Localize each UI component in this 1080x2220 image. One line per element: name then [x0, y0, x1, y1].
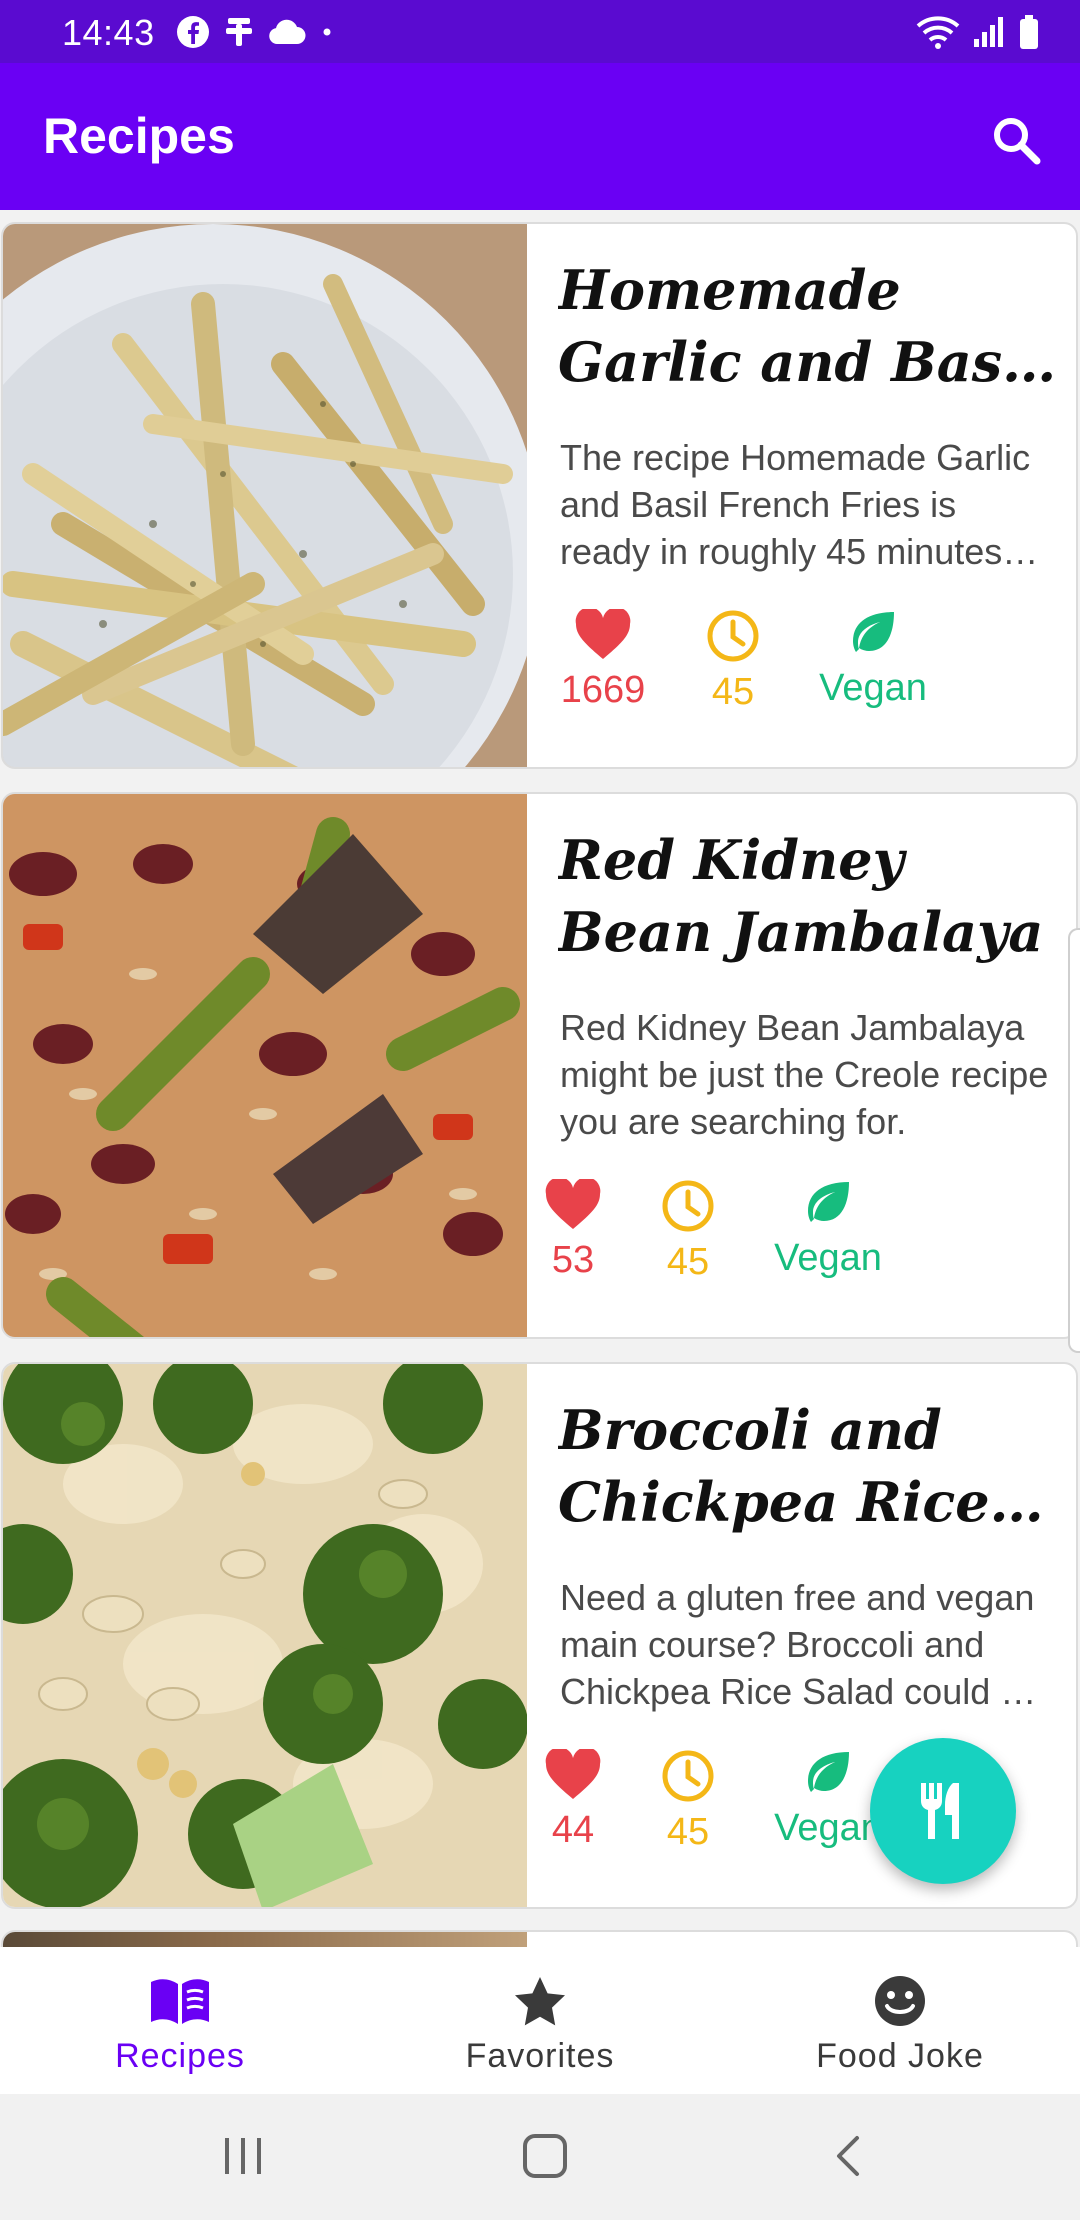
- smiley-icon: [875, 1976, 925, 2026]
- system-status-icons: [916, 12, 1040, 52]
- nav-item-favorites[interactable]: Favorites: [360, 1947, 720, 2094]
- diet-label: Vegan: [774, 1807, 882, 1849]
- time-stat: 45: [648, 1749, 728, 1869]
- page-title: Recipes: [43, 108, 235, 164]
- likes-stat: 53: [533, 1179, 613, 1299]
- restaurant-icon: [921, 1783, 959, 1839]
- search-button[interactable]: [984, 108, 1048, 172]
- wifi-icon: [916, 16, 960, 49]
- time-minutes: 45: [666, 1811, 710, 1853]
- vegan-stat: Vegan: [768, 1179, 888, 1299]
- notification-icons: [176, 14, 334, 50]
- time-stat: 45: [693, 609, 773, 729]
- recipe-card[interactable]: Homemade Garlic and Basil French Fries T…: [1, 222, 1078, 769]
- recipe-title: Red Kidney Bean Jambalaya: [558, 828, 1044, 964]
- likes-count: 44: [551, 1809, 595, 1851]
- heart-icon: [545, 1179, 601, 1229]
- recipe-image: [3, 1364, 527, 1907]
- time-minutes: 45: [666, 1241, 710, 1283]
- recipe-title: Broccoli and Chickpea Rice Salad: [558, 1398, 990, 1534]
- recipe-card[interactable]: Red Kidney Bean Jambalaya Red Kidney Bea…: [1, 792, 1078, 1339]
- nav-label: Food Joke: [816, 2037, 984, 2075]
- diet-label: Vegan: [774, 1237, 882, 1279]
- recent-apps-button[interactable]: [203, 2124, 283, 2188]
- clock-icon: [662, 1750, 714, 1802]
- time-stat: 45: [648, 1179, 728, 1299]
- recipe-title: Homemade Garlic and Basil French Fries: [558, 258, 1044, 394]
- pin-icon: [226, 18, 252, 46]
- menu-book-icon: [151, 1979, 209, 2024]
- facebook-icon: [177, 16, 209, 48]
- heart-icon: [575, 609, 631, 659]
- search-icon: [994, 118, 1041, 165]
- back-button[interactable]: [808, 2124, 888, 2188]
- app-bar: Recipes: [0, 63, 1080, 210]
- leaf-icon: [808, 1182, 849, 1222]
- heart-icon: [545, 1749, 601, 1799]
- star-icon: [515, 1977, 565, 2026]
- signal-icon: [974, 17, 1003, 47]
- diet-label: Vegan: [819, 667, 927, 709]
- bottom-navigation: Recipes Favorites Food Joke: [0, 1947, 1080, 2094]
- battery-icon: [1020, 15, 1038, 49]
- clock-icon: [662, 1180, 714, 1232]
- clock-icon: [707, 610, 759, 662]
- recipe-image: [3, 224, 527, 767]
- likes-stat: 44: [533, 1749, 613, 1869]
- system-navigation-bar: [0, 2094, 1080, 2220]
- status-time: 14:43: [62, 12, 155, 53]
- vegan-stat: Vegan: [813, 609, 933, 729]
- home-button[interactable]: [505, 2124, 585, 2188]
- food-joke-fab[interactable]: [870, 1738, 1016, 1884]
- status-bar: 14:43: [0, 0, 1080, 63]
- recipe-description: The recipe Homemade Garlic and Basil Fre…: [560, 437, 1031, 572]
- back-icon: [837, 2136, 859, 2176]
- likes-count: 1669: [560, 669, 646, 711]
- recent-apps-icon: [225, 2138, 261, 2174]
- nav-item-recipes[interactable]: Recipes: [0, 1947, 360, 2094]
- scroll-edge-handle[interactable]: [1068, 928, 1080, 1353]
- recipe-description: Need a gluten free and vegan main course…: [560, 1577, 1041, 1712]
- likes-stat: 1669: [558, 609, 648, 729]
- recipe-image: [3, 794, 527, 1337]
- leaf-icon: [853, 612, 894, 652]
- cloud-icon: [269, 19, 306, 44]
- nav-label: Favorites: [465, 2037, 615, 2075]
- time-minutes: 45: [711, 671, 755, 713]
- nav-item-food-joke[interactable]: Food Joke: [720, 1947, 1080, 2094]
- recipe-description: Red Kidney Bean Jambalaya might be just …: [560, 1007, 1049, 1142]
- dot-icon: [323, 28, 331, 36]
- leaf-icon: [808, 1752, 849, 1792]
- nav-label: Recipes: [115, 2037, 245, 2075]
- home-icon: [523, 2134, 567, 2178]
- likes-count: 53: [551, 1239, 595, 1281]
